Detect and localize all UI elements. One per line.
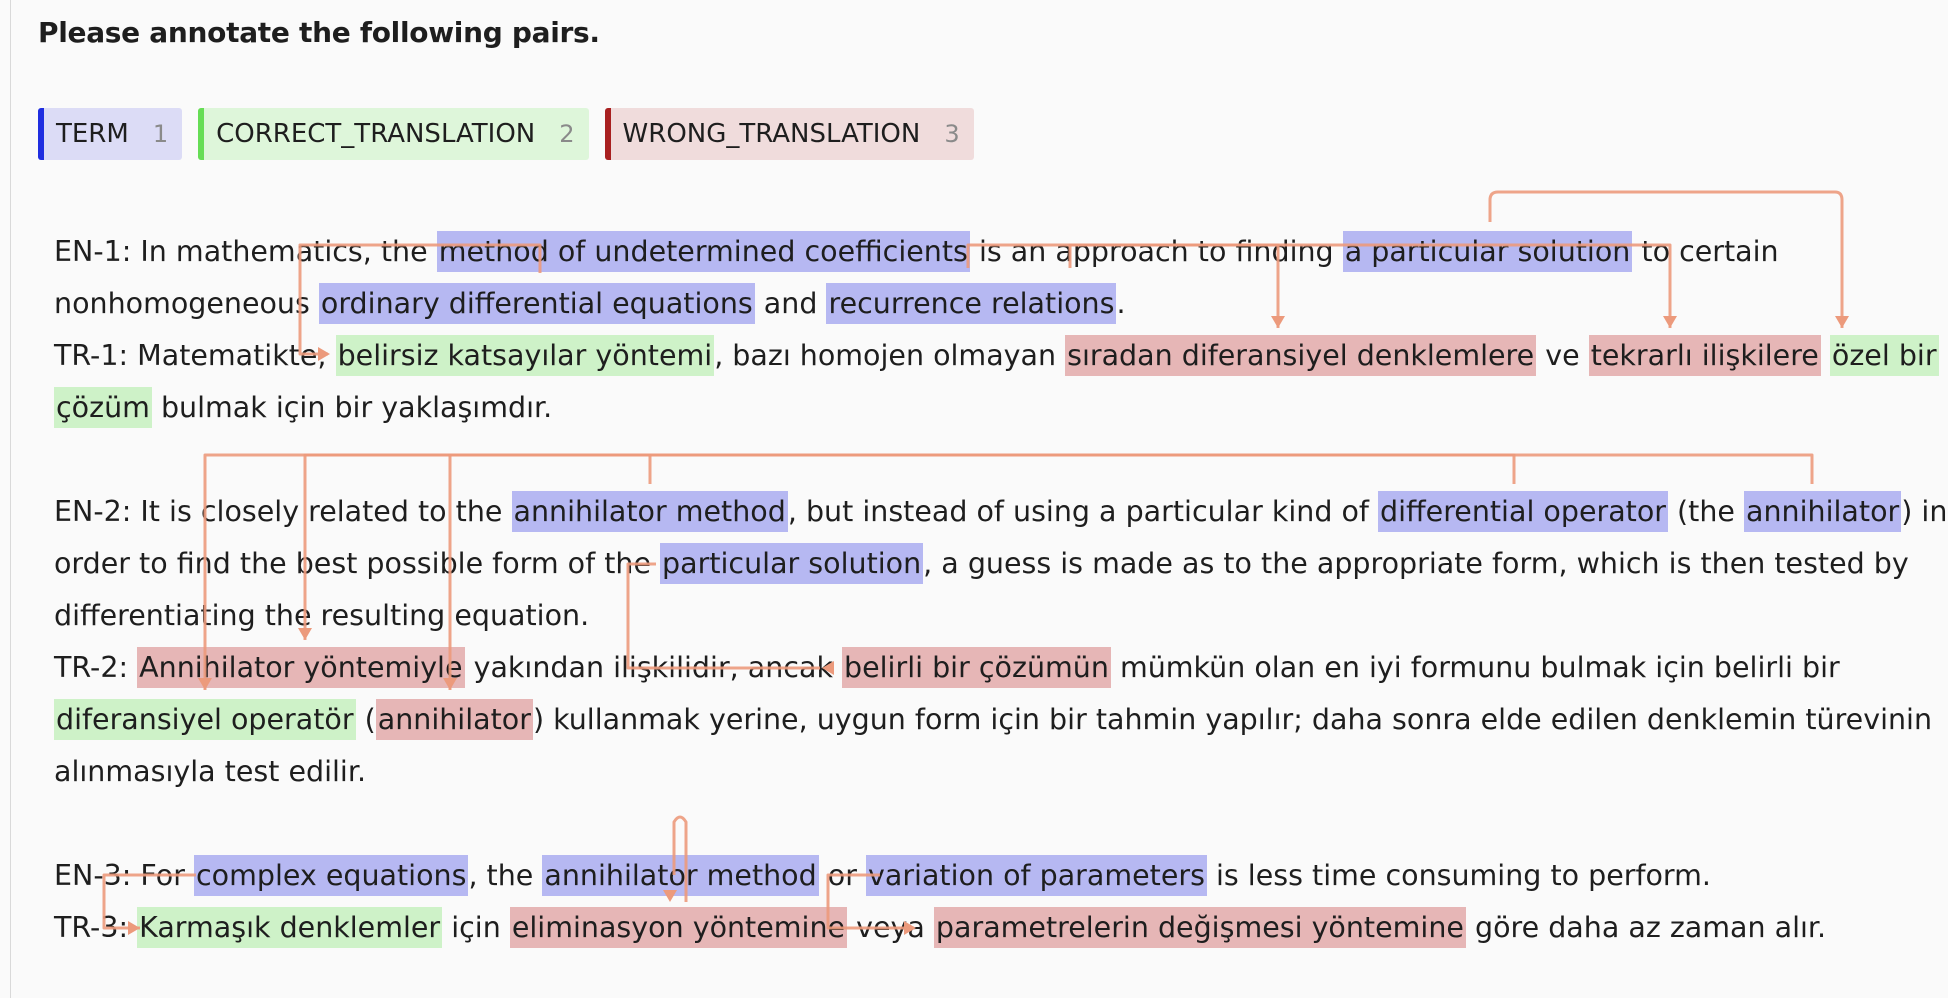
plain-text: ) in xyxy=(1901,495,1948,528)
annotation-span-correct[interactable]: özel bir xyxy=(1829,335,1939,376)
plain-text: . xyxy=(1116,287,1126,320)
plain-text: , bazı homojen olmayan xyxy=(714,339,1066,372)
plain-text: ( xyxy=(355,703,376,736)
plain-text: için xyxy=(442,911,510,944)
annotation-span-correct[interactable]: çözüm xyxy=(54,387,152,428)
plain-text: is an approach to finding xyxy=(969,235,1343,268)
text-line: order to find the best possible form of … xyxy=(54,538,1944,590)
plain-text: EN-1: In mathematics, the xyxy=(54,235,437,268)
annotation-span-term[interactable]: annihilator method xyxy=(511,491,788,532)
plain-text: EN-2: It is closely related to the xyxy=(54,495,512,528)
plain-text: alınmasıyla test edilir. xyxy=(54,755,366,788)
annotation-span-wrong[interactable]: Annihilator yöntemiyle xyxy=(137,647,465,688)
plain-text: ) kullanmak yerine, uygun form için bir … xyxy=(532,703,1933,736)
plain-text: TR-3: xyxy=(54,911,138,944)
annotation-span-correct[interactable]: diferansiyel operatör xyxy=(54,699,356,740)
annotation-span-wrong[interactable]: eliminasyon yöntemine xyxy=(509,907,848,948)
plain-text: bulmak için bir yaklaşımdır. xyxy=(151,391,553,424)
plain-text: EN-3: For xyxy=(54,859,194,892)
panel-left-border xyxy=(10,0,11,998)
text-line: çözüm bulmak için bir yaklaşımdır. xyxy=(54,382,1944,434)
plain-text: , a guess is made as to the appropriate … xyxy=(923,547,1909,580)
page-title: Please annotate the following pairs. xyxy=(38,16,600,49)
label-hotkey: 1 xyxy=(152,120,169,148)
plain-text: , but instead of using a particular kind… xyxy=(787,495,1379,528)
text-line: diferansiyel operatör (annihilator) kull… xyxy=(54,694,1944,746)
label-name: CORRECT_TRANSLATION xyxy=(216,119,536,149)
annotation-span-wrong[interactable]: belirli bir çözümün xyxy=(842,647,1111,688)
plain-text: (the xyxy=(1668,495,1745,528)
plain-text: göre daha az zaman alır. xyxy=(1465,911,1827,944)
annotation-span-term[interactable]: recurrence relations xyxy=(826,283,1117,324)
plain-text: veya xyxy=(847,911,934,944)
plain-text: nonhomogeneous xyxy=(54,287,319,320)
plain-text: and xyxy=(754,287,827,320)
annotation-span-term[interactable]: ordinary differential equations xyxy=(318,283,755,324)
text-line: TR-1: Matematikte, belirsiz katsayılar y… xyxy=(54,330,1944,382)
plain-text: or xyxy=(818,859,866,892)
plain-text: mümkün olan en iyi formunu bulmak için b… xyxy=(1110,651,1840,684)
annotation-span-wrong[interactable]: tekrarlı ilişkilere xyxy=(1588,335,1821,376)
label-selector: TERM 1 CORRECT_TRANSLATION 2 WRONG_TRANS… xyxy=(38,108,974,160)
label-wrong-translation-button[interactable]: WRONG_TRANSLATION 3 xyxy=(604,108,974,160)
plain-text: TR-1: Matematikte, xyxy=(54,339,336,372)
annotation-span-term[interactable]: annihilator xyxy=(1744,491,1902,532)
label-hotkey: 3 xyxy=(944,120,960,148)
plain-text: TR-2: xyxy=(54,651,138,684)
text-line: EN-3: For complex equations, the annihil… xyxy=(54,850,1944,902)
label-hotkey: 2 xyxy=(559,120,575,148)
label-term-button[interactable]: TERM 1 xyxy=(38,108,183,160)
label-color-bar xyxy=(604,108,611,160)
annotation-span-term[interactable]: a particular solution xyxy=(1342,231,1633,272)
text-line: nonhomogeneous ordinary differential equ… xyxy=(54,278,1944,330)
plain-text xyxy=(1821,339,1830,372)
text-line: alınmasıyla test edilir. xyxy=(54,746,1944,798)
plain-text: yakından ilişkilidir, ancak xyxy=(464,651,843,684)
text-line: TR-3: Karmaşık denklemler için eliminasy… xyxy=(54,902,1944,954)
annotation-span-term[interactable]: annihilator method xyxy=(542,855,819,896)
plain-text: order to find the best possible form of … xyxy=(54,547,661,580)
annotation-span-term[interactable]: complex equations xyxy=(194,855,469,896)
plain-text: is less time consuming to perform. xyxy=(1206,859,1711,892)
plain-text: differentiating the resulting equation. xyxy=(54,599,590,632)
label-name: WRONG_TRANSLATION xyxy=(622,119,921,149)
text-line: TR-2: Annihilator yöntemiyle yakından il… xyxy=(54,642,1944,694)
annotation-span-correct[interactable]: Karmaşık denklemler xyxy=(137,907,443,948)
text-line: EN-1: In mathematics, the method of unde… xyxy=(54,226,1944,278)
annotation-text[interactable]: EN-1: In mathematics, the method of unde… xyxy=(54,226,1948,954)
label-name: TERM xyxy=(56,119,129,149)
text-line: differentiating the resulting equation. xyxy=(54,590,1944,642)
annotation-span-term[interactable]: variation of parameters xyxy=(866,855,1207,896)
annotation-span-wrong[interactable]: annihilator xyxy=(375,699,533,740)
annotation-span-term[interactable]: particular solution xyxy=(660,543,924,584)
plain-text: to certain xyxy=(1632,235,1779,268)
label-correct-translation-button[interactable]: CORRECT_TRANSLATION 2 xyxy=(198,108,589,160)
label-color-bar xyxy=(38,108,44,160)
plain-text: , the xyxy=(468,859,543,892)
annotation-span-term[interactable]: differential operator xyxy=(1378,491,1668,532)
label-color-bar xyxy=(198,108,205,160)
plain-text: ve xyxy=(1536,339,1589,372)
annotation-span-wrong[interactable]: sıradan diferansiyel denklemlere xyxy=(1065,335,1537,376)
annotation-span-term[interactable]: method of undetermined coefficients xyxy=(436,231,970,272)
annotation-span-wrong[interactable]: parametrelerin değişmesi yöntemine xyxy=(933,907,1466,948)
text-line: EN-2: It is closely related to the annih… xyxy=(54,486,1948,538)
annotation-span-correct[interactable]: belirsiz katsayılar yöntemi xyxy=(335,335,715,376)
